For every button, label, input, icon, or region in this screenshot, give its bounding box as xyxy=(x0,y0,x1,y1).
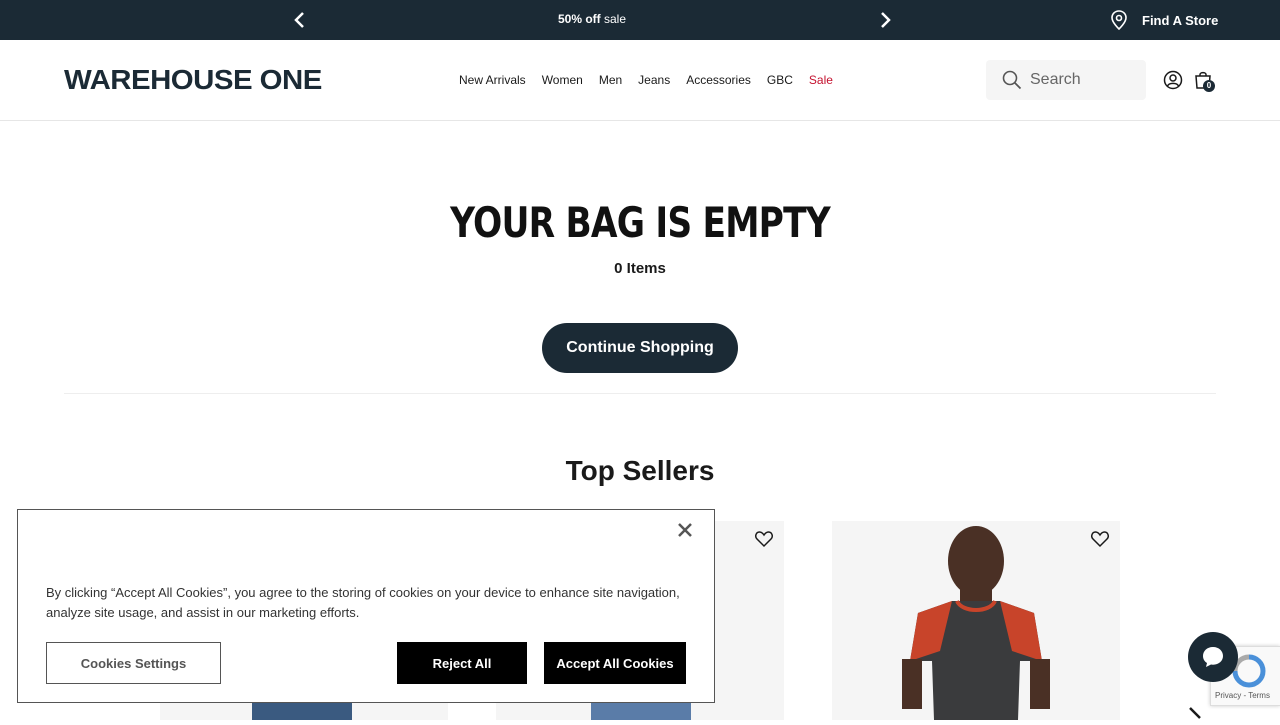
nav-sale[interactable]: Sale xyxy=(809,73,833,87)
wishlist-button[interactable] xyxy=(1090,529,1110,549)
divider xyxy=(64,393,1216,394)
search-icon[interactable] xyxy=(1002,70,1022,90)
nav-jeans[interactable]: Jeans xyxy=(638,73,670,87)
cookie-banner: By clicking “Accept All Cookies”, you ag… xyxy=(17,509,715,703)
heart-icon xyxy=(1091,531,1109,548)
nav-women[interactable]: Women xyxy=(542,73,583,87)
cookie-text: By clicking “Accept All Cookies”, you ag… xyxy=(46,585,680,620)
product-card[interactable] xyxy=(832,521,1120,720)
chat-button[interactable] xyxy=(1188,632,1238,682)
page-title: YOUR BAG IS EMPTY xyxy=(450,198,831,247)
promo-next-button[interactable] xyxy=(875,10,895,30)
bag-button[interactable]: 0 xyxy=(1194,70,1216,92)
item-count: 0 Items xyxy=(614,260,666,277)
bag-count-badge: 0 xyxy=(1203,80,1215,92)
search-input[interactable] xyxy=(1030,71,1140,89)
chevron-left-icon xyxy=(294,12,304,28)
chevron-right-icon xyxy=(881,12,891,28)
promo-rest: sale xyxy=(600,12,627,26)
nav-men[interactable]: Men xyxy=(599,73,622,87)
main-nav: New Arrivals Women Men Jeans Accessories… xyxy=(459,73,833,87)
nav-gbc[interactable]: GBC xyxy=(767,73,793,87)
site-header: WAREHOUSE ONE New Arrivals Women Men Jea… xyxy=(0,40,1280,121)
carousel-next-button[interactable] xyxy=(1186,706,1210,720)
cookie-close-button[interactable] xyxy=(675,520,695,540)
account-icon xyxy=(1163,70,1183,90)
promo-bar: 50% off sale Find A Store xyxy=(0,0,1280,40)
reject-all-button[interactable]: Reject All xyxy=(397,642,527,684)
recaptcha-text: Privacy - Terms xyxy=(1215,691,1270,700)
account-button[interactable] xyxy=(1163,70,1183,90)
product-image xyxy=(902,526,1050,720)
search-box xyxy=(986,60,1146,100)
find-store-label: Find A Store xyxy=(1142,12,1219,28)
promo-prev-button[interactable] xyxy=(290,10,310,30)
top-sellers-heading: Top Sellers xyxy=(565,455,715,486)
close-icon xyxy=(678,523,692,537)
find-store-link[interactable]: Find A Store xyxy=(1110,10,1218,30)
promo-bold: 50% off xyxy=(557,12,601,26)
nav-new-arrivals[interactable]: New Arrivals xyxy=(459,73,526,87)
location-pin-icon xyxy=(1111,10,1127,30)
wishlist-button[interactable] xyxy=(754,529,774,549)
chat-icon xyxy=(1203,647,1223,667)
site-logo[interactable]: WAREHOUSE ONE xyxy=(64,64,322,96)
heart-icon xyxy=(755,531,773,548)
accept-all-cookies-button[interactable]: Accept All Cookies xyxy=(544,642,686,684)
cookies-settings-button[interactable]: Cookies Settings xyxy=(46,642,221,684)
nav-accessories[interactable]: Accessories xyxy=(686,73,751,87)
continue-shopping-button[interactable]: Continue Shopping xyxy=(542,323,738,373)
promo-text: 50% off sale xyxy=(480,12,704,26)
chevron-right-icon xyxy=(1189,707,1201,719)
